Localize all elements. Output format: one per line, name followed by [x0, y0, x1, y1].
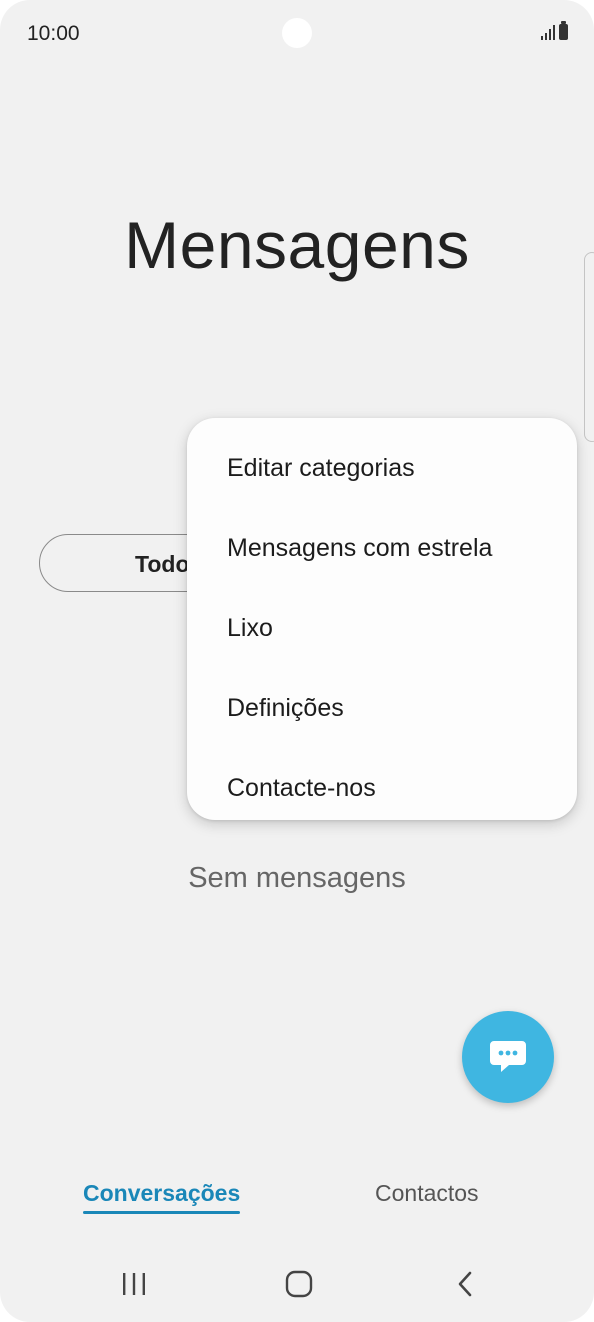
- empty-state-text: Sem mensagens: [188, 862, 406, 894]
- signal-icon: [541, 24, 555, 40]
- tab-contacts[interactable]: Contactos: [375, 1180, 479, 1207]
- back-icon: [458, 1271, 472, 1297]
- category-filter-label: Todo: [135, 551, 190, 577]
- overflow-menu: Editar categorias Mensagens com estrela …: [187, 418, 577, 820]
- recents-icon: [123, 1273, 145, 1295]
- new-message-icon: [490, 1041, 526, 1072]
- menu-item-contact-us[interactable]: Contacte-nos: [187, 748, 577, 828]
- home-button[interactable]: [277, 1262, 321, 1306]
- edge-panel-handle[interactable]: [584, 252, 594, 442]
- new-message-button[interactable]: [462, 1011, 554, 1103]
- back-button[interactable]: [443, 1262, 487, 1306]
- menu-item-edit-categories[interactable]: Editar categorias: [187, 428, 577, 508]
- front-camera: [282, 18, 312, 48]
- menu-item-starred-messages[interactable]: Mensagens com estrela: [187, 508, 577, 588]
- messages-screen: 10:00 Mensagens Todo Sem mensagens Edita…: [0, 0, 594, 1322]
- status-icons: [541, 21, 568, 40]
- menu-item-trash[interactable]: Lixo: [187, 588, 577, 668]
- tab-conversations[interactable]: Conversações: [83, 1180, 240, 1207]
- page-title: Mensagens: [124, 208, 470, 282]
- status-time: 10:00: [27, 22, 80, 45]
- active-tab-indicator: [83, 1211, 240, 1214]
- battery-icon: [559, 21, 568, 40]
- home-icon: [285, 1270, 313, 1298]
- menu-item-settings[interactable]: Definições: [187, 668, 577, 748]
- recents-button[interactable]: [112, 1262, 156, 1306]
